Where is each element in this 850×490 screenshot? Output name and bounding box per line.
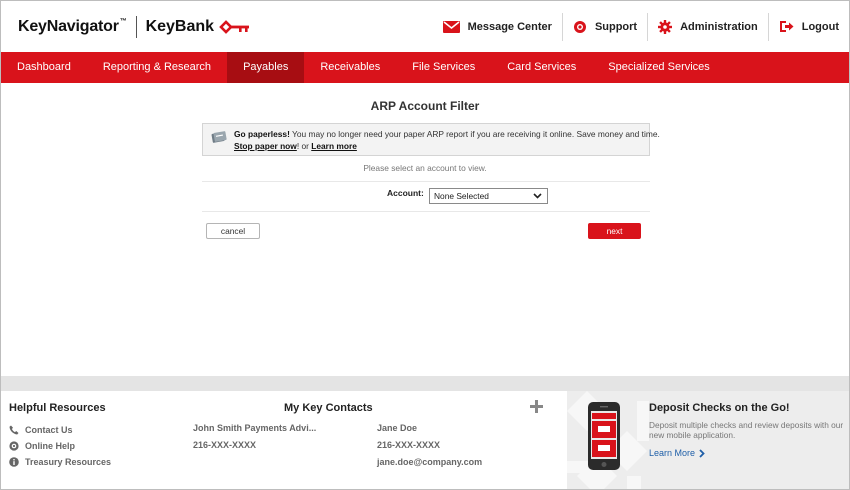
online-help-label: Online Help xyxy=(25,441,76,451)
key-logo-icon xyxy=(219,20,250,34)
brand-divider xyxy=(135,16,137,38)
contact-us-link[interactable]: Contact Us xyxy=(9,425,73,435)
bank-name: KeyBank xyxy=(145,18,215,35)
divider-bottom xyxy=(202,211,650,212)
brand-logo[interactable]: KeyNavigator™ KeyBank xyxy=(18,16,251,38)
cancel-button[interactable]: cancel xyxy=(206,223,260,239)
account-select[interactable]: None Selected xyxy=(429,188,548,204)
gear-icon xyxy=(658,19,673,34)
treasury-resources-label: Treasury Resources xyxy=(25,457,112,467)
add-contact-icon[interactable] xyxy=(530,400,543,413)
product-name: KeyNavigator™ xyxy=(18,18,127,35)
phone-icon xyxy=(9,425,19,435)
logout-label: Logout xyxy=(801,20,839,33)
notice-line-1: Go paperless! You may no longer need you… xyxy=(234,129,660,139)
paperless-notice: Go paperless! You may no longer need you… xyxy=(202,123,660,156)
message-center-label: Message Center xyxy=(467,20,552,33)
treasury-resources-link[interactable]: Treasury Resources xyxy=(9,457,111,467)
tab-payables[interactable]: Payables xyxy=(227,52,305,83)
logout-icon xyxy=(779,21,794,32)
account-label: Account: xyxy=(387,188,424,198)
main-nav: Dashboard Reporting & Research Payables … xyxy=(1,52,849,83)
tab-dashboard[interactable]: Dashboard xyxy=(1,52,87,83)
account-select-value: None Selected xyxy=(434,191,489,201)
helpful-resources-title: Helpful Resources xyxy=(9,402,106,414)
notice-lead: Go paperless! xyxy=(234,129,290,139)
contact-2-name: Jane Doe xyxy=(377,423,418,433)
notice-middle-text: ! or xyxy=(296,141,312,151)
next-button[interactable]: next xyxy=(588,223,641,239)
header: KeyNavigator™ KeyBank Message Center Sup… xyxy=(1,1,849,52)
envelope-icon xyxy=(442,20,460,33)
mobile-phone-icon xyxy=(588,402,620,470)
promo-description: Deposit multiple checks and review depos… xyxy=(649,420,844,440)
tab-card-services[interactable]: Card Services xyxy=(491,52,592,83)
lifebuoy-icon xyxy=(9,441,19,451)
lifebuoy-icon xyxy=(573,20,586,33)
select-account-prompt: Please select an account to view. xyxy=(363,163,487,173)
promo-learn-more-label: Learn More xyxy=(649,448,696,458)
tab-reporting-research[interactable]: Reporting & Research xyxy=(87,52,227,83)
contact-2-email[interactable]: jane.doe@company.com xyxy=(377,457,482,467)
contact-us-label: Contact Us xyxy=(25,425,73,435)
online-help-link[interactable]: Online Help xyxy=(9,441,75,451)
message-center-link[interactable]: Message Center xyxy=(433,13,562,41)
statement-icon xyxy=(211,131,227,143)
chevron-right-icon xyxy=(699,448,705,458)
header-nav: Message Center Support Administration Lo… xyxy=(433,1,849,52)
logout-link[interactable]: Logout xyxy=(767,12,849,41)
administration-link[interactable]: Administration xyxy=(647,12,768,41)
my-key-contacts-title: My Key Contacts xyxy=(284,402,373,414)
info-icon xyxy=(9,457,19,467)
contact-2-phone: 216-XXX-XXXX xyxy=(377,440,441,450)
notice-line-2: Stop paper now! or Learn more xyxy=(234,141,357,151)
app-window: KeyNavigator™ KeyBank Message Center Sup… xyxy=(0,0,850,490)
page-title: ARP Account Filter xyxy=(370,99,480,113)
stop-paper-link[interactable]: Stop paper now xyxy=(234,141,297,151)
divider-top xyxy=(202,181,650,182)
tab-receivables[interactable]: Receivables xyxy=(304,52,396,83)
tab-specialized-services[interactable]: Specialized Services xyxy=(592,52,726,83)
promo-title: Deposit Checks on the Go! xyxy=(649,402,790,414)
promo-learn-more-link[interactable]: Learn More xyxy=(649,448,705,458)
footer-separator xyxy=(1,376,849,391)
contact-1-phone: 216-XXX-XXXX xyxy=(193,440,257,450)
learn-more-link[interactable]: Learn more xyxy=(311,141,357,151)
support-label: Support xyxy=(594,20,638,33)
contact-1-name: John Smith Payments Advi... xyxy=(193,423,317,433)
chevron-down-icon xyxy=(533,193,542,199)
support-link[interactable]: Support xyxy=(561,12,647,41)
administration-label: Administration xyxy=(680,20,758,33)
mobile-deposit-promo: Deposit Checks on the Go! Deposit multip… xyxy=(567,391,849,489)
notice-text: You may no longer need your paper ARP re… xyxy=(289,129,660,139)
tab-file-services[interactable]: File Services xyxy=(396,52,491,83)
